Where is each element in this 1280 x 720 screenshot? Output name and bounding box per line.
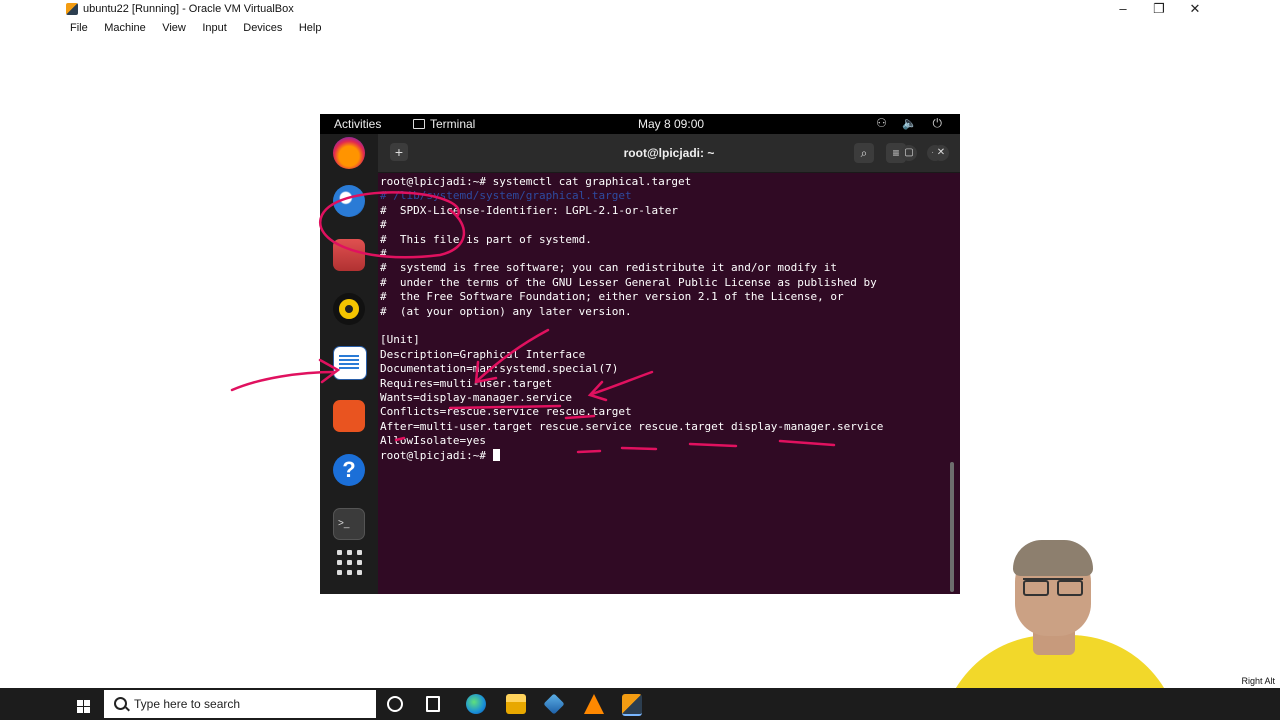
- system-tray[interactable]: ⚇ 🔈 ⏻: [876, 116, 948, 131]
- terminal-prompt-line: root@lpicjadi:~#: [380, 449, 500, 463]
- libreoffice-writer-icon[interactable]: [333, 346, 367, 380]
- app-menu-label: Terminal: [430, 117, 476, 131]
- ubuntu-software-icon[interactable]: [333, 400, 365, 432]
- vbox-titlebar: ubuntu22 [Running] - Oracle VM VirtualBo…: [64, 0, 1216, 18]
- terminal-line: Requires=multi-user.target: [380, 377, 553, 390]
- terminal-line: # the Free Software Foundation; either v…: [380, 290, 844, 303]
- virtualbox-icon: [66, 3, 78, 15]
- close-button[interactable]: ✕: [1178, 0, 1212, 18]
- windows-taskbar: Type here to search Right Alt: [0, 675, 1280, 720]
- thunderbird-icon[interactable]: [333, 185, 365, 217]
- firefox-icon[interactable]: [333, 137, 365, 169]
- vlc-icon[interactable]: [584, 694, 604, 714]
- presenter-hair: [1013, 540, 1093, 576]
- rhythmbox-icon[interactable]: [333, 293, 365, 325]
- files-icon[interactable]: [333, 239, 365, 271]
- minimize-button[interactable]: –: [1106, 0, 1140, 18]
- terminal-line: # systemd is free software; you can redi…: [380, 261, 837, 274]
- virtualbox-vm-icon[interactable]: [622, 694, 642, 716]
- window-title: ubuntu22 [Running] - Oracle VM VirtualBo…: [83, 3, 294, 15]
- terminal-line: #: [380, 247, 387, 260]
- clock[interactable]: May 8 09:00: [638, 117, 704, 131]
- menu-file[interactable]: File: [70, 19, 88, 37]
- terminal-line: # (at your option) any later version.: [380, 305, 632, 318]
- search-icon: [114, 697, 127, 710]
- taskbar-search[interactable]: Type here to search: [104, 690, 376, 718]
- terminal-line: AllowIsolate=yes: [380, 434, 486, 447]
- menu-devices[interactable]: Devices: [243, 19, 282, 37]
- virtualbox-manager-icon[interactable]: [543, 693, 565, 715]
- menu-input[interactable]: Input: [202, 19, 226, 37]
- edge-icon[interactable]: [466, 694, 486, 714]
- terminal-output[interactable]: root@lpicjadi:~# systemctl cat graphical…: [378, 172, 956, 594]
- menu-help[interactable]: Help: [299, 19, 322, 37]
- terminal-close-button[interactable]: ✕: [933, 145, 949, 161]
- start-button[interactable]: [0, 688, 90, 720]
- terminal-line: # /lib/systemd/system/graphical.target: [380, 189, 632, 202]
- dock: ? >_: [320, 134, 378, 594]
- activities-button[interactable]: Activities: [334, 117, 381, 131]
- show-apps-icon[interactable]: [333, 546, 365, 578]
- file-explorer-icon[interactable]: [506, 694, 526, 714]
- terminal-line: After=multi-user.target rescue.service r…: [380, 420, 884, 433]
- terminal-line: Documentation=man:systemd.special(7): [380, 362, 619, 375]
- terminal-headerbar: + root@lpicjadi: ~ ⌕ ≡ –: [378, 134, 960, 173]
- terminal-line: #: [380, 218, 387, 231]
- cortana-icon[interactable]: [387, 696, 403, 712]
- terminal-line: [Unit]: [380, 333, 420, 346]
- terminal-line: # under the terms of the GNU Lesser Gene…: [380, 276, 877, 289]
- terminal-line: # This file is part of systemd.: [380, 233, 592, 246]
- terminal-prompt: root@lpicjadi:~#: [380, 449, 493, 462]
- menu-machine[interactable]: Machine: [104, 19, 146, 37]
- terminal-cursor: [492, 449, 500, 461]
- gnome-topbar: Activities Terminal May 8 09:00 ⚇ 🔈 ⏻: [320, 114, 960, 134]
- terminal-search-button[interactable]: ⌕: [854, 143, 874, 163]
- menu-view[interactable]: View: [162, 19, 186, 37]
- terminal-dock-icon[interactable]: >_: [333, 508, 365, 540]
- presenter-glasses: [1023, 578, 1083, 596]
- restore-button[interactable]: ❐: [1142, 0, 1176, 18]
- terminal-line: Description=Graphical Interface: [380, 348, 586, 361]
- help-icon[interactable]: ?: [333, 454, 365, 486]
- vbox-menubar: File Machine View Input Devices Help: [64, 18, 1216, 36]
- terminal-line: root@lpicjadi:~# systemctl cat graphical…: [380, 175, 692, 188]
- terminal-icon: [413, 119, 425, 129]
- terminal-line: Conflicts=rescue.service rescue.target: [380, 405, 632, 418]
- search-placeholder: Type here to search: [134, 697, 241, 711]
- terminal-maximize-button[interactable]: ▢: [901, 145, 917, 161]
- task-view-icon[interactable]: [426, 696, 440, 712]
- app-menu[interactable]: Terminal: [413, 117, 475, 131]
- terminal-line: Wants=display-manager.service: [380, 391, 573, 404]
- host-key-indicator: Right Alt: [1238, 675, 1278, 687]
- vm-screen[interactable]: Activities Terminal May 8 09:00 ⚇ 🔈 ⏻ ? …: [320, 114, 960, 594]
- terminal-line: # SPDX-License-Identifier: LGPL-2.1-or-l…: [380, 204, 679, 217]
